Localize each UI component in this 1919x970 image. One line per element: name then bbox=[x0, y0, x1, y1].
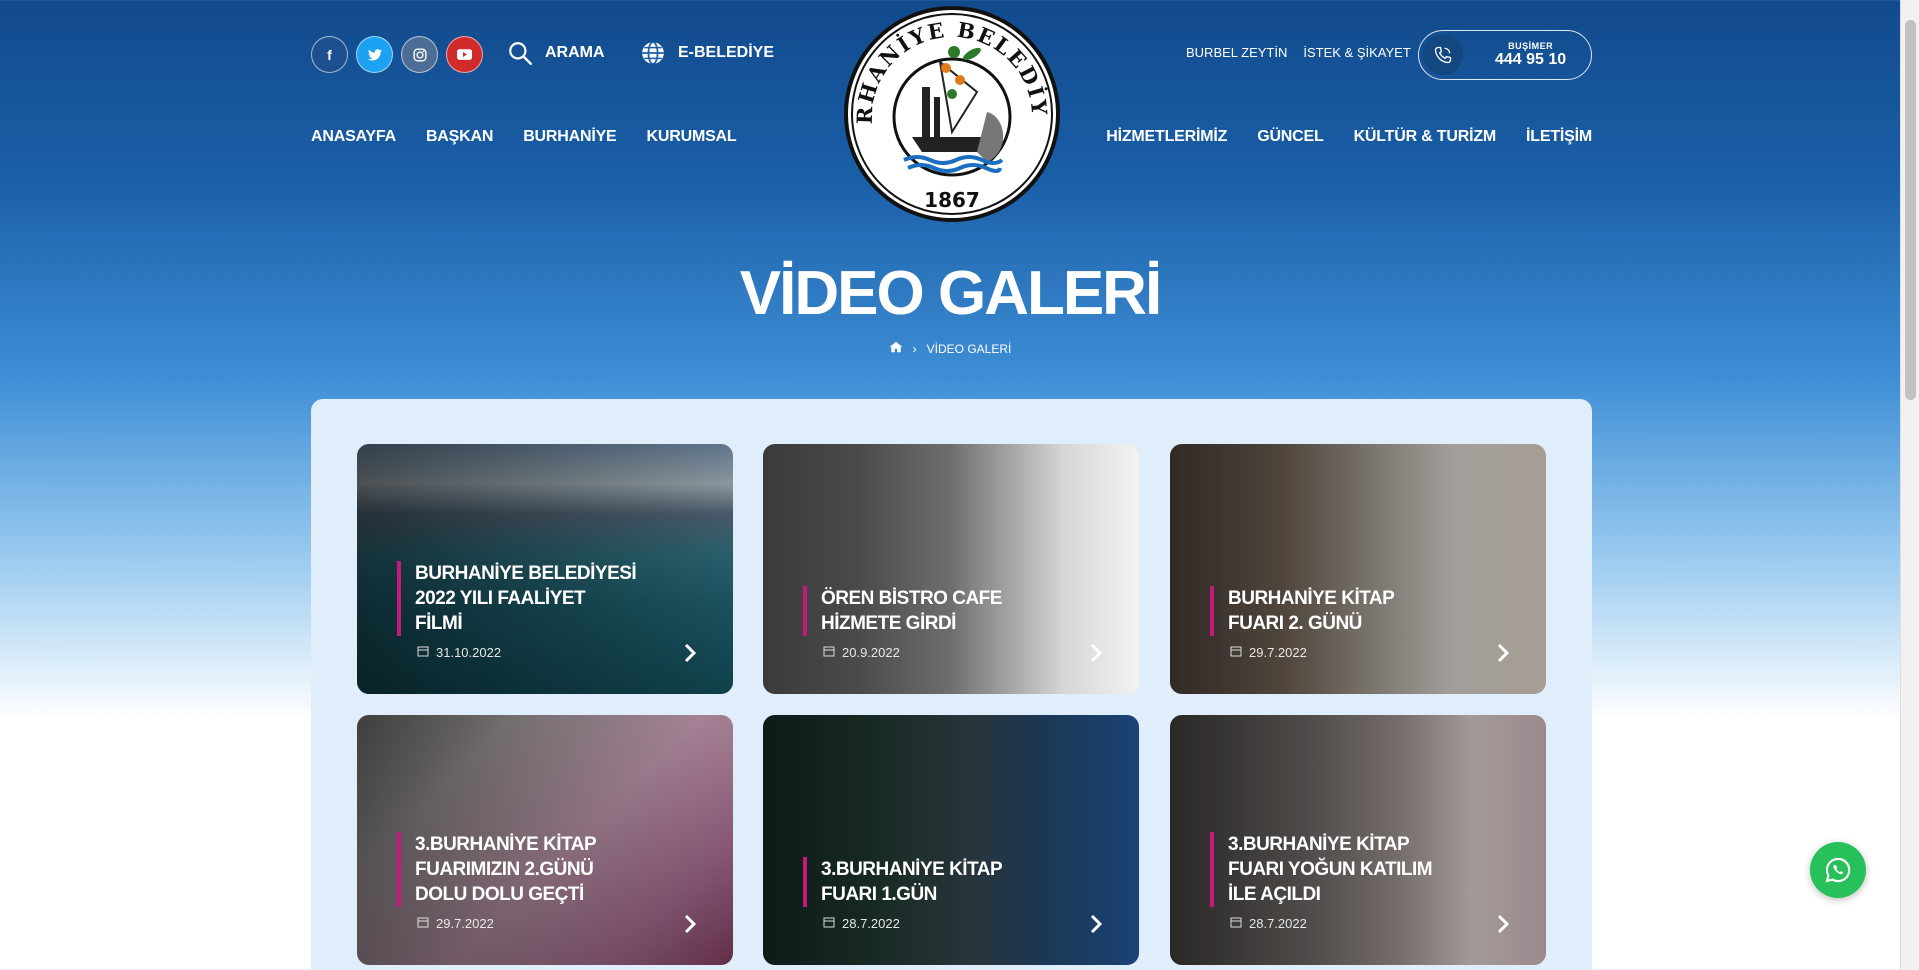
video-card[interactable]: BURHANİYE BELEDİYESİ 2022 YILI FAALİYET … bbox=[357, 444, 733, 694]
main-nav-right: HİZMETLERİMİZ GÜNCEL KÜLTÜR & TURİZM İLE… bbox=[1106, 128, 1592, 146]
nav-iletisim[interactable]: İLETİŞİM bbox=[1526, 128, 1592, 146]
video-card[interactable]: 3.BURHANİYE KİTAP FUARI YOĞUN KATILIM İL… bbox=[1170, 715, 1546, 965]
nav-baskan[interactable]: BAŞKAN bbox=[426, 128, 493, 146]
istek-sikayet-link[interactable]: İSTEK & ŞİKAYET bbox=[1303, 45, 1410, 60]
breadcrumb-separator: › bbox=[912, 341, 917, 356]
video-card[interactable]: BURHANİYE KİTAP FUARI 2. GÜNÜ 29.7.2022 bbox=[1170, 444, 1546, 694]
main-nav-left: ANASAYFA BAŞKAN BURHANİYE KURUMSAL bbox=[311, 128, 737, 146]
youtube-icon[interactable] bbox=[446, 36, 483, 73]
page-scrollbar[interactable] bbox=[1900, 0, 1919, 970]
nav-kurumsal[interactable]: KURUMSAL bbox=[647, 128, 737, 146]
video-title: 3.BURHANİYE KİTAP FUARI YOĞUN KATILIM İL… bbox=[1228, 834, 1433, 905]
nav-kultur-turizm[interactable]: KÜLTÜR & TURİZM bbox=[1354, 128, 1497, 146]
video-title: 3.BURHANİYE KİTAP FUARIMIZIN 2.GÜNÜ DOLU… bbox=[415, 834, 596, 905]
calendar-icon bbox=[417, 645, 429, 660]
chevron-right-icon[interactable] bbox=[1089, 643, 1103, 668]
top-links: BURBEL ZEYTİN İSTEK & ŞİKAYET bbox=[1186, 45, 1411, 60]
phone-icon bbox=[1423, 35, 1463, 75]
calendar-icon bbox=[417, 916, 429, 931]
twitter-icon[interactable] bbox=[356, 36, 393, 73]
video-thumbnail bbox=[763, 444, 1139, 694]
whatsapp-icon bbox=[1825, 857, 1851, 883]
scrollbar-thumb[interactable] bbox=[1905, 20, 1916, 400]
chevron-right-icon[interactable] bbox=[1496, 914, 1510, 939]
video-title: 3.BURHANİYE KİTAP FUARI 1.GÜN bbox=[821, 859, 1002, 905]
calendar-icon bbox=[823, 916, 835, 931]
calendar-icon bbox=[823, 645, 835, 660]
whatsapp-button[interactable] bbox=[1810, 842, 1866, 898]
video-card[interactable]: 3.BURHANİYE KİTAP FUARI 1.GÜN 28.7.2022 bbox=[763, 715, 1139, 965]
video-gallery: BURHANİYE BELEDİYESİ 2022 YILI FAALİYET … bbox=[311, 399, 1592, 970]
calendar-icon bbox=[1230, 645, 1242, 660]
video-title: BURHANİYE KİTAP FUARI 2. GÜNÜ bbox=[1228, 588, 1394, 634]
search-icon bbox=[509, 42, 533, 66]
video-date: 28.7.2022 bbox=[842, 916, 900, 931]
logo-year: 1867 bbox=[924, 188, 980, 212]
burhaniye-belediyesi-logo[interactable]: BURHANİYE BELEDİYESİ 1867 bbox=[832, 0, 1060, 222]
page: f ARAMA E-BELEDİYE BURHANİYE BELEDİYESİ bbox=[0, 0, 1900, 970]
video-card[interactable]: ÖREN BİSTRO CAFE HİZMETE GİRDİ 20.9.2022 bbox=[763, 444, 1139, 694]
search-label: ARAMA bbox=[545, 44, 605, 61]
breadcrumb: › VİDEO GALERİ bbox=[0, 341, 1900, 356]
ebelediye-link[interactable]: E-BELEDİYE bbox=[640, 40, 774, 66]
nav-anasayfa[interactable]: ANASAYFA bbox=[311, 128, 396, 146]
burbel-zeytin-link[interactable]: BURBEL ZEYTİN bbox=[1186, 45, 1287, 60]
chevron-right-icon[interactable] bbox=[683, 914, 697, 939]
calendar-icon bbox=[1230, 916, 1242, 931]
video-date: 29.7.2022 bbox=[436, 916, 494, 931]
social-links: f bbox=[311, 36, 483, 73]
video-date: 20.9.2022 bbox=[842, 645, 900, 660]
page-title: VİDEO GALERİ bbox=[739, 259, 1162, 328]
facebook-icon[interactable]: f bbox=[311, 36, 348, 73]
chevron-right-icon[interactable] bbox=[1496, 643, 1510, 668]
video-title: BURHANİYE BELEDİYESİ 2022 YILI FAALİYET … bbox=[415, 563, 637, 634]
home-icon[interactable] bbox=[889, 341, 903, 356]
search-button[interactable]: ARAMA bbox=[507, 40, 605, 66]
chevron-right-icon[interactable] bbox=[1089, 914, 1103, 939]
nav-hizmetlerimiz[interactable]: HİZMETLERİMİZ bbox=[1106, 128, 1227, 146]
ebelediye-label: E-BELEDİYE bbox=[678, 44, 775, 61]
breadcrumb-current: VİDEO GALERİ bbox=[926, 341, 1012, 356]
nav-burhaniye[interactable]: BURHANİYE bbox=[523, 128, 617, 146]
phone-number: 444 95 10 bbox=[1495, 51, 1567, 68]
video-date: 31.10.2022 bbox=[436, 645, 502, 660]
chevron-right-icon[interactable] bbox=[683, 643, 697, 668]
video-title: ÖREN BİSTRO CAFE HİZMETE GİRDİ bbox=[821, 588, 1002, 634]
phone-label: BUŞİMER bbox=[1508, 41, 1554, 51]
video-date: 29.7.2022 bbox=[1249, 645, 1307, 660]
globe-icon bbox=[642, 41, 664, 65]
video-card[interactable]: 3.BURHANİYE KİTAP FUARIMIZIN 2.GÜNÜ DOLU… bbox=[357, 715, 733, 965]
nav-guncel[interactable]: GÜNCEL bbox=[1257, 128, 1324, 146]
video-date: 28.7.2022 bbox=[1249, 916, 1307, 931]
instagram-icon[interactable] bbox=[401, 36, 438, 73]
phone-button[interactable]: BUŞİMER 444 95 10 bbox=[1418, 30, 1592, 80]
